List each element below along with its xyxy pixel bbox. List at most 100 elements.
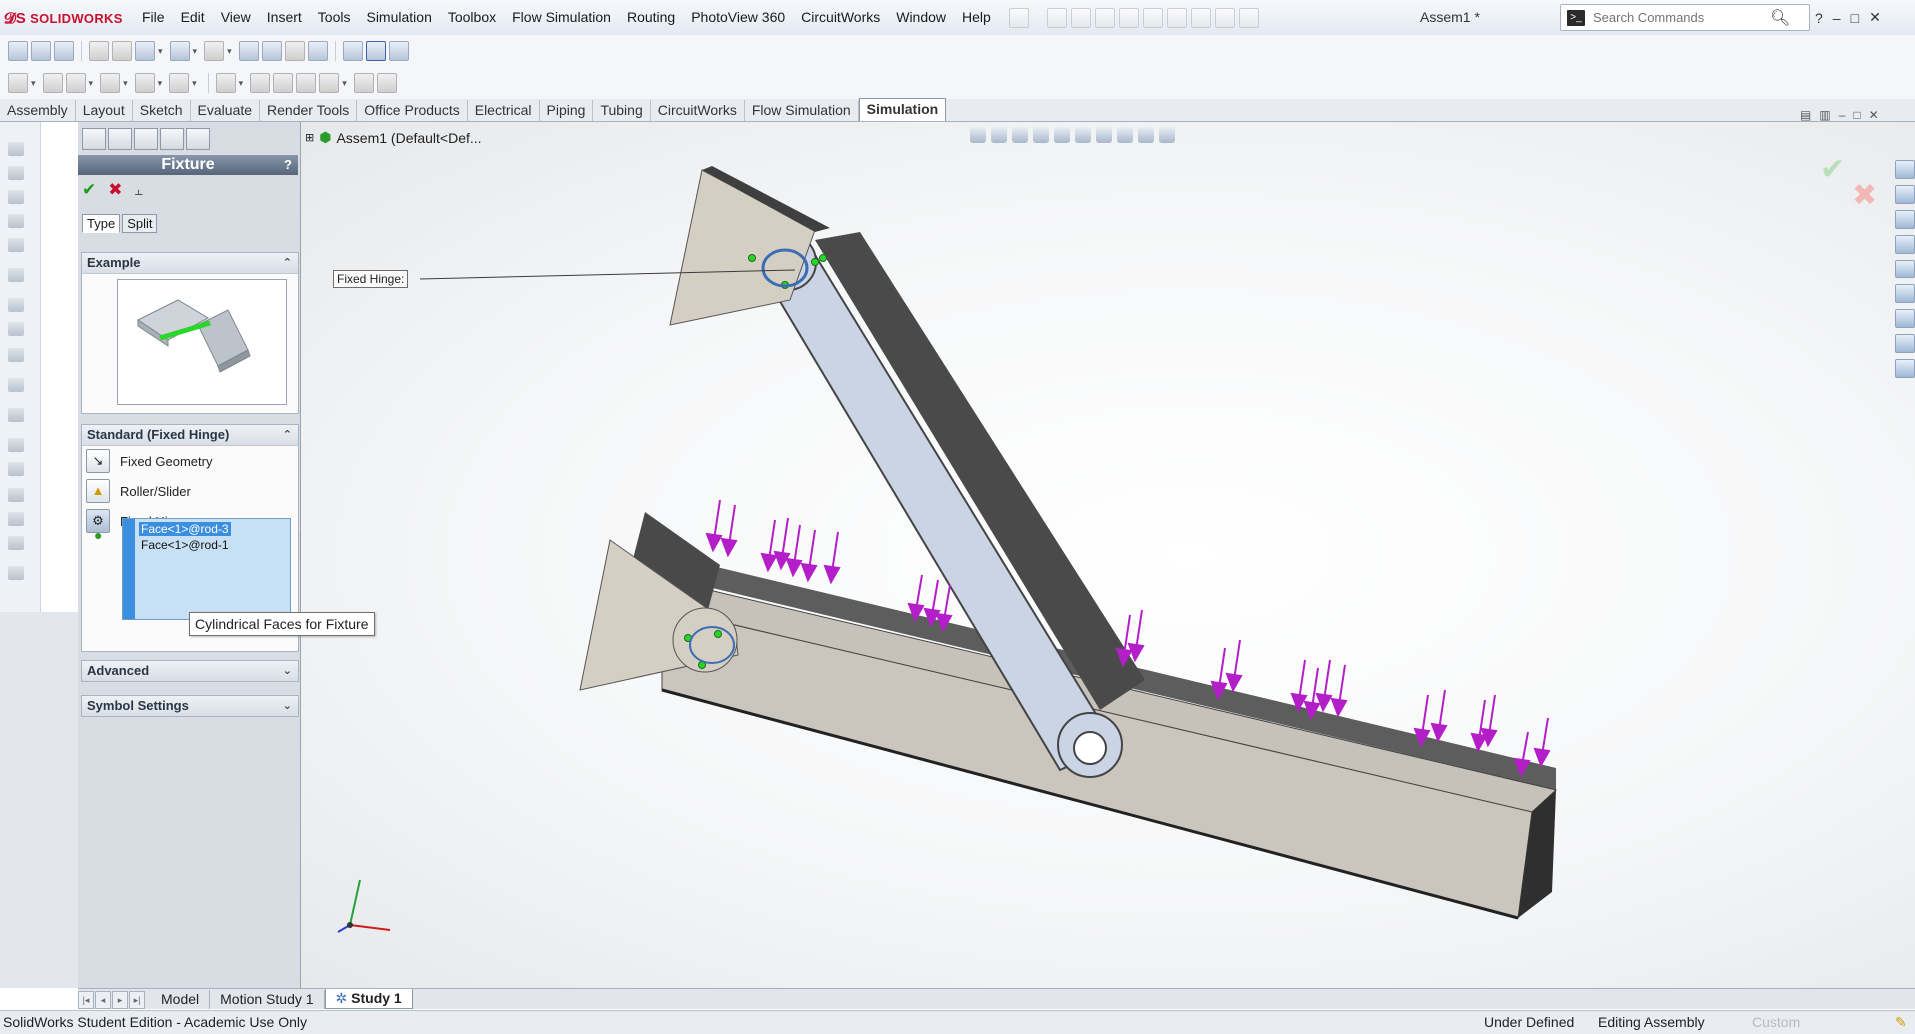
menu-circuitworks[interactable]: CircuitWorks [793, 0, 888, 35]
design-library-icon[interactable] [1895, 184, 1915, 204]
tab-piping[interactable]: Piping [540, 100, 594, 121]
configuration-manager-tab-icon[interactable] [134, 128, 158, 150]
minimize-icon[interactable]: – [1833, 10, 1841, 26]
standard-header[interactable]: Standard (Fixed Hinge) ⌃ [82, 425, 298, 446]
cancel-button[interactable]: ✖ [108, 180, 122, 200]
hide-show-items-icon[interactable] [1096, 127, 1112, 143]
tool-icon-14[interactable] [8, 488, 24, 502]
report-icon[interactable] [353, 73, 374, 93]
feature-tree-root[interactable]: ⊞ ⬢ Assem1 (Default<Def... [305, 129, 482, 146]
tool-icon-11[interactable] [8, 408, 24, 422]
tab-motion-study[interactable]: Motion Study 1 [210, 990, 325, 1009]
zoom-to-fit-icon[interactable] [8, 41, 28, 61]
tool-icon-4[interactable] [8, 214, 24, 228]
print-icon[interactable] [1118, 7, 1139, 28]
shaded-icon[interactable] [388, 41, 409, 61]
close-icon[interactable]: ✕ [1869, 9, 1881, 26]
file-explorer-icon[interactable] [1895, 209, 1915, 229]
appearances-icon[interactable] [1895, 284, 1915, 304]
connections-icon[interactable] [134, 73, 155, 93]
edit-appearance-icon[interactable] [1117, 127, 1133, 143]
fixed-geometry-option[interactable]: ↘ Fixed Geometry [86, 449, 212, 473]
pin-button[interactable]: ⫠ [135, 182, 143, 199]
units-dropdown[interactable]: Custom [1752, 1011, 1800, 1034]
external-load-icon[interactable] [100, 73, 121, 93]
tab-tubing[interactable]: Tubing [593, 100, 651, 121]
next-tab-icon[interactable]: ▸ [112, 991, 128, 1009]
tab-office-products[interactable]: Office Products [357, 100, 468, 121]
rebuild-icon[interactable] [1190, 7, 1211, 28]
pan-icon[interactable] [261, 41, 282, 61]
tab-model[interactable]: Model [151, 990, 211, 1009]
menu-toolbox[interactable]: Toolbox [440, 0, 504, 35]
tool-icon-15[interactable] [8, 512, 24, 526]
tool-icon-16[interactable] [8, 536, 24, 550]
help-button[interactable]: ? [284, 155, 292, 175]
minimize-icon[interactable]: – [1839, 108, 1846, 122]
tool-icon-10[interactable] [8, 378, 24, 392]
tab-split[interactable]: Split [122, 214, 158, 233]
ok-button[interactable]: ✔ [82, 180, 96, 200]
view-orientation-icon[interactable] [1054, 127, 1070, 143]
menu-tools[interactable]: Tools [310, 0, 359, 35]
tool-icon-8[interactable] [8, 322, 24, 336]
previous-tab-icon[interactable]: ◂ [95, 991, 111, 1009]
tab-electrical[interactable]: Electrical [468, 100, 540, 121]
tab-evaluate[interactable]: Evaluate [191, 100, 261, 121]
property-manager-tab-icon[interactable] [108, 128, 132, 150]
compare-results-icon[interactable] [296, 73, 317, 93]
menu-view[interactable]: View [213, 0, 259, 35]
new-document-icon[interactable] [1046, 7, 1067, 28]
view-orientation-icon[interactable] [135, 41, 155, 61]
dynamic-annotation-icon[interactable] [112, 41, 132, 61]
menu-photoview[interactable]: PhotoView 360 [683, 0, 793, 35]
search-icon[interactable]: 🔍︎ [1770, 8, 1790, 28]
zoom-to-area-icon[interactable] [31, 41, 51, 61]
resources-icon[interactable] [1895, 160, 1915, 179]
tool-icon-9[interactable] [8, 348, 24, 362]
file-properties-icon[interactable] [1214, 7, 1235, 28]
search-commands-box[interactable]: >_ 🔍︎ [1560, 4, 1810, 31]
last-tab-icon[interactable]: ▸| [129, 991, 145, 1009]
save-icon[interactable] [1094, 7, 1115, 28]
section-view-icon[interactable] [1033, 127, 1049, 143]
search-icon[interactable] [1895, 234, 1915, 254]
tab-assembly[interactable]: Assembly [0, 100, 76, 121]
run-icon[interactable] [215, 73, 236, 93]
symbol-settings-header[interactable]: Symbol Settings ⌄ [82, 696, 298, 716]
plot-tools-icon[interactable] [319, 73, 340, 93]
view-settings-icon[interactable] [1159, 127, 1175, 143]
tile-horizontal-icon[interactable]: ▤ [1800, 108, 1811, 122]
options-icon[interactable] [1238, 7, 1259, 28]
tab-layout[interactable]: Layout [76, 100, 133, 121]
zoom-to-area-icon[interactable] [991, 127, 1007, 143]
tool-icon-13[interactable] [8, 462, 24, 476]
expand-icon[interactable]: ⊞ [305, 131, 314, 144]
previous-view-icon[interactable] [54, 41, 74, 61]
tile-vertical-icon[interactable]: ▥ [1819, 108, 1830, 122]
undo-icon[interactable] [1142, 7, 1163, 28]
menu-flow-simulation[interactable]: Flow Simulation [504, 0, 619, 35]
tool-icon-3[interactable] [8, 190, 24, 204]
hide-show-items-icon[interactable] [204, 41, 225, 61]
tool-icon-2[interactable] [8, 166, 24, 180]
list-item-face-rod-1[interactable]: Face<1>@rod-1 [139, 538, 231, 552]
tool-icon-7[interactable] [8, 298, 24, 312]
menu-insert[interactable]: Insert [259, 0, 310, 35]
display-style-icon[interactable] [169, 41, 190, 61]
solidworks-logo[interactable]: 𝓓S SOLIDWORKS [4, 8, 123, 28]
restore-icon[interactable]: □ [1851, 10, 1859, 26]
pin-menu-icon[interactable] [1008, 7, 1029, 28]
simulation-advisor-icon[interactable] [1895, 359, 1915, 379]
tool-icon-1[interactable] [8, 142, 24, 156]
shaded-with-edges-icon[interactable] [365, 41, 386, 61]
wireframe-icon[interactable] [342, 41, 363, 61]
list-item-face-rod-3[interactable]: Face<1>@rod-3 [139, 522, 231, 536]
menu-routing[interactable]: Routing [619, 0, 683, 35]
tool-icon-5[interactable] [8, 238, 24, 252]
menu-window[interactable]: Window [888, 0, 954, 35]
solidworks-forum-icon[interactable] [1895, 334, 1915, 354]
tool-icon-12[interactable] [8, 438, 24, 452]
apply-scene-icon[interactable] [1138, 127, 1154, 143]
tab-circuitworks[interactable]: CircuitWorks [651, 100, 745, 121]
